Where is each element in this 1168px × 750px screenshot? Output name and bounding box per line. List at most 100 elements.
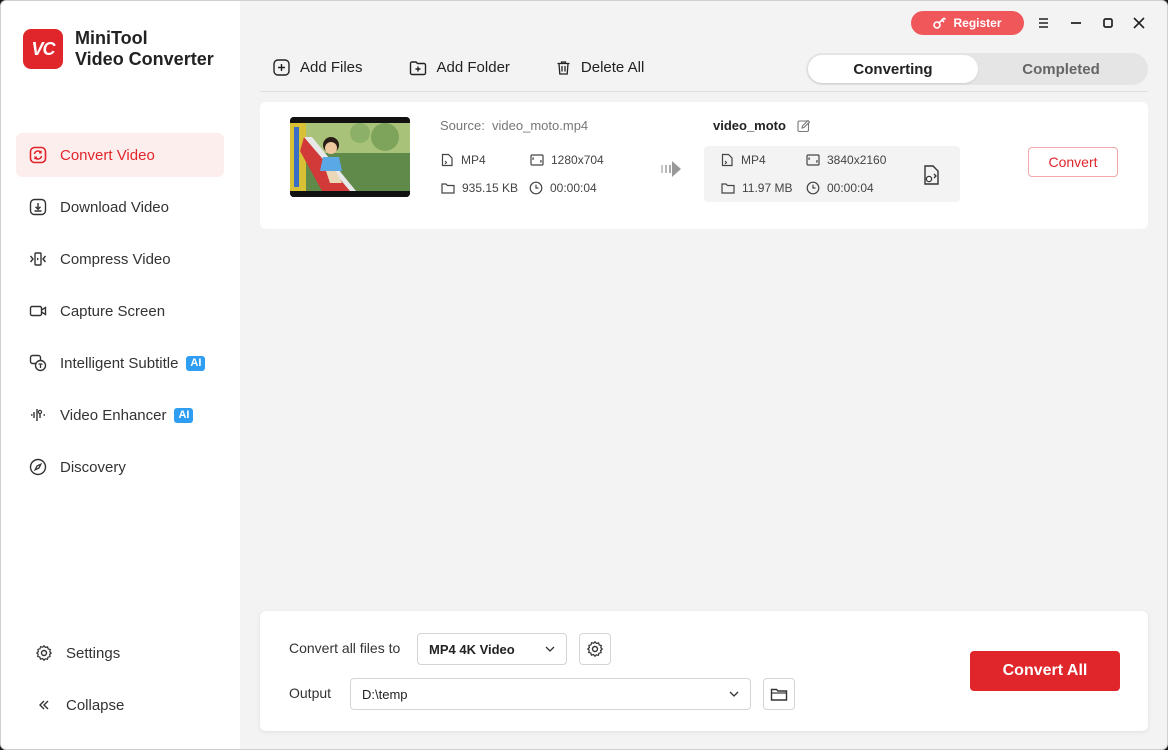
app-window: VC MiniTool Video Converter Convert Vide…: [0, 0, 1168, 750]
target-duration: 00:00:04: [806, 181, 874, 195]
compass-icon: [28, 457, 48, 477]
sidebar-item-intelligent-subtitle[interactable]: Intelligent Subtitle AI: [16, 341, 224, 385]
chevron-down-icon: [545, 646, 555, 652]
minimize-icon: [1071, 22, 1081, 24]
target-size: 11.97 MB: [721, 181, 792, 195]
sidebar-item-video-enhancer[interactable]: Video Enhancer AI: [16, 393, 224, 437]
browse-folder-button[interactable]: [763, 678, 795, 710]
camera-icon: [28, 301, 48, 321]
maximize-icon: [1103, 18, 1113, 28]
minimize-button[interactable]: [1066, 13, 1086, 33]
register-button[interactable]: Register: [911, 11, 1024, 35]
ai-badge: AI: [186, 355, 206, 371]
file-settings-icon[interactable]: [922, 164, 942, 191]
format-select[interactable]: MP4 4K Video: [417, 633, 567, 665]
source-resolution-value: 1280x704: [551, 153, 604, 167]
source-resolution: 1280x704: [530, 153, 604, 167]
target-duration-value: 00:00:04: [827, 181, 874, 195]
key-icon: [933, 17, 947, 29]
add-folder-label: Add Folder: [436, 59, 510, 76]
trash-icon: [557, 60, 570, 75]
convert-all-button[interactable]: Convert All: [970, 651, 1120, 691]
add-files-button[interactable]: Add Files: [273, 59, 363, 76]
sidebar-item-label: Capture Screen: [60, 302, 166, 320]
gear-icon: [34, 643, 54, 663]
source-format: MP4: [441, 153, 486, 167]
file-icon: [441, 153, 453, 167]
file-icon: [721, 153, 733, 167]
resolution-icon: [806, 154, 820, 166]
source-size: 935.15 KB: [441, 181, 518, 195]
collapse-button[interactable]: Collapse: [16, 683, 224, 727]
app-name: MiniTool Video Converter: [75, 28, 214, 70]
maximize-button[interactable]: [1098, 13, 1118, 33]
subtitle-icon: [28, 353, 48, 373]
file-card: Source: video_moto.mp4 MP4 1280x704 935.…: [260, 102, 1148, 229]
convert-all-files-label: Convert all files to: [289, 640, 401, 656]
ai-badge: AI: [174, 407, 194, 423]
folder-icon: [770, 688, 788, 701]
menu-icon: [1039, 18, 1048, 28]
main-area: Register Add Files Add Folder Delete All…: [240, 1, 1167, 749]
sidebar-nav: Convert Video Download Video Compress Vi…: [16, 133, 224, 497]
sidebar-item-convert-video[interactable]: Convert Video: [16, 133, 224, 177]
close-button[interactable]: [1129, 13, 1149, 33]
convert-icon: [28, 145, 48, 165]
menu-button[interactable]: [1034, 13, 1054, 33]
format-select-value: MP4 4K Video: [429, 641, 515, 657]
sidebar-item-label: Convert Video: [60, 146, 155, 164]
add-files-label: Add Files: [300, 59, 363, 76]
tab-converting[interactable]: Converting: [808, 55, 978, 83]
sidebar-item-label: Compress Video: [60, 250, 171, 268]
clock-icon: [806, 181, 820, 195]
add-icon: [273, 59, 290, 76]
app-logo: VC: [23, 29, 63, 69]
compress-icon: [28, 249, 48, 269]
tab-completed[interactable]: Completed: [976, 55, 1146, 83]
sidebar-item-compress-video[interactable]: Compress Video: [16, 237, 224, 281]
target-resolution-value: 3840x2160: [827, 153, 887, 167]
sidebar-item-label: Video Enhancer: [60, 406, 167, 424]
clock-icon: [529, 181, 543, 195]
toolbar: Add Files Add Folder Delete All: [273, 59, 690, 76]
collapse-label: Collapse: [66, 696, 125, 714]
sidebar-item-capture-screen[interactable]: Capture Screen: [16, 289, 224, 333]
sidebar-footer: Settings Collapse: [16, 631, 224, 727]
toolbar-divider: [260, 91, 1148, 92]
sidebar-item-download-video[interactable]: Download Video: [16, 185, 224, 229]
output-label: Output: [289, 685, 332, 701]
chevron-down-icon: [729, 691, 739, 697]
sidebar-item-discovery[interactable]: Discovery: [16, 445, 224, 489]
brand: VC MiniTool Video Converter: [23, 28, 214, 70]
sidebar: VC MiniTool Video Converter Convert Vide…: [1, 1, 240, 749]
convert-button[interactable]: Convert: [1028, 147, 1118, 177]
sidebar-item-label: Discovery: [60, 458, 126, 476]
sidebar-item-label: Intelligent Subtitle: [60, 354, 179, 372]
settings-button[interactable]: Settings: [16, 631, 224, 675]
delete-all-button[interactable]: Delete All: [556, 59, 644, 76]
folder-add-icon: [409, 60, 426, 75]
source-prefix: Source:: [440, 118, 485, 133]
source-size-value: 935.15 KB: [462, 181, 519, 195]
download-icon: [28, 197, 48, 217]
output-panel: Convert all files to MP4 4K Video Output…: [260, 611, 1148, 731]
format-settings-button[interactable]: [579, 633, 611, 665]
source-filename: video_moto.mp4: [492, 118, 589, 133]
brand-line-2: Video Converter: [75, 49, 214, 69]
output-path-select[interactable]: D:\temp: [350, 678, 751, 710]
folder-icon: [721, 183, 735, 194]
gear-icon: [586, 640, 604, 658]
source-label: Source: video_moto.mp4: [440, 118, 588, 133]
arrow-right-icon: [660, 159, 682, 184]
source-duration-value: 00:00:04: [550, 181, 597, 195]
source-format-value: MP4: [461, 153, 486, 167]
enhancer-icon: [28, 405, 48, 425]
edit-icon[interactable]: [797, 119, 811, 133]
status-tabs: Converting Completed: [806, 53, 1148, 85]
target-format: MP4: [721, 153, 766, 167]
source-duration: 00:00:04: [529, 181, 597, 195]
add-folder-button[interactable]: Add Folder: [409, 59, 510, 76]
video-thumbnail[interactable]: [290, 117, 410, 197]
target-settings-box[interactable]: MP4 3840x2160 11.97 MB 00:00:04: [704, 146, 960, 202]
register-label: Register: [953, 16, 1002, 30]
